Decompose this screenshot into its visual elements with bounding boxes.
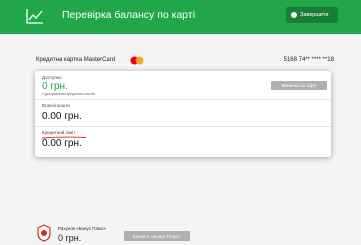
header-bar: Перевірка балансу по карті Завершити bbox=[0, 0, 361, 34]
statement-button[interactable]: Виписка по карті bbox=[271, 81, 327, 90]
card-name: Кредитна картка MasterCard bbox=[36, 57, 116, 63]
available-section: Доступно 0 грн. з урахуванням кредитних … bbox=[35, 71, 331, 100]
power-icon bbox=[291, 12, 297, 18]
page-title: Перевірка балансу по карті bbox=[62, 9, 196, 21]
balance-check-page: Перевірка балансу по карті Завершити Кре… bbox=[0, 0, 361, 245]
line-chart-icon bbox=[26, 9, 43, 24]
own-funds-section: Власні кошти 0.00 грн. bbox=[35, 99, 331, 127]
credit-limit-section: Кредитний ліміт 0.00 грн. bbox=[35, 126, 331, 157]
bonus-badge-icon bbox=[37, 224, 51, 242]
card-info: Кредитна картка MasterCard 5168 74** ***… bbox=[36, 56, 334, 67]
available-note: з урахуванням кредитних коштів bbox=[42, 92, 95, 96]
available-value: 0 грн. bbox=[42, 81, 68, 92]
bonus-value: 0 грн. bbox=[58, 233, 82, 243]
credit-limit-value: 0.00 грн. bbox=[42, 138, 82, 149]
bonus-catalog-button[interactable]: Каталог «Бонус Плюс» bbox=[124, 231, 190, 241]
card-number: 5168 74** **** **18 bbox=[283, 57, 334, 63]
own-funds-label: Власні кошти bbox=[42, 103, 70, 108]
exit-button-label: Завершити bbox=[300, 12, 329, 18]
credit-limit-label: Кредитний ліміт bbox=[42, 130, 76, 135]
bonus-account: Рахунок «Бонус Плюс» 0 грн. Каталог «Бон… bbox=[36, 224, 236, 244]
balance-panel: Доступно 0 грн. з урахуванням кредитних … bbox=[35, 71, 331, 157]
mastercard-logo bbox=[130, 56, 144, 65]
bonus-label: Рахунок «Бонус Плюс» bbox=[58, 226, 107, 231]
available-label: Доступно bbox=[42, 75, 62, 80]
exit-button[interactable]: Завершити bbox=[286, 7, 338, 23]
own-funds-value: 0.00 грн. bbox=[42, 111, 82, 122]
